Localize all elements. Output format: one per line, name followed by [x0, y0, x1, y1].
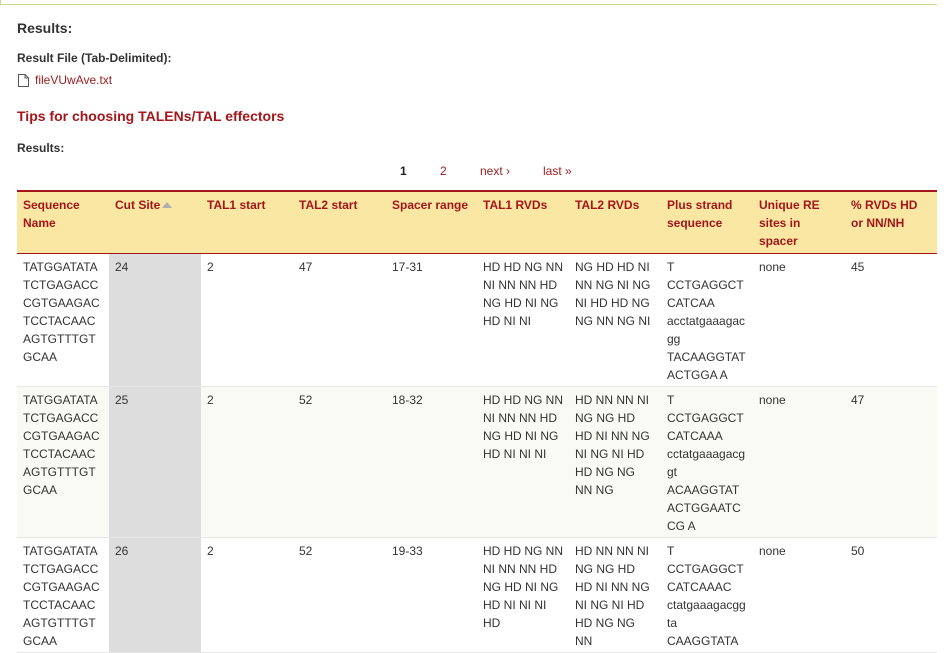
cell-plus-strand: T CCTGAGGCT CATCAA acctatgaaagacgg TACAA… — [661, 253, 753, 387]
cell-spacer-range: 17-31 — [386, 253, 477, 387]
cell-tal1-rvds: HD HD NG NN NI NN NN HD NG HD NI NG HD N… — [477, 253, 569, 387]
cell-sequence-name: TATGGATATATCTGAGACCCGTGAAGACTCCTACAACAGT… — [17, 253, 109, 387]
cell-spacer-range: 19-33 — [386, 537, 477, 653]
col-plus-strand[interactable]: Plus strand sequence — [661, 190, 753, 254]
cell-sequence-name: TATGGATATATCTGAGACCCGTGAAGACTCCTACAACAGT… — [17, 386, 109, 538]
cell-tal2-rvds: NG HD HD NI NN NG NI NG NI HD HD NG NG N… — [569, 253, 661, 387]
cell-percent-rvds: 50 — [845, 537, 937, 653]
results-label: Results: — [17, 141, 65, 155]
cell-tal1-start: 2 — [201, 386, 293, 538]
col-unique-re-sites[interactable]: Unique RE sites in spacer — [753, 190, 845, 254]
cell-percent-rvds: 45 — [845, 253, 937, 387]
cell-tal1-rvds: HD HD NG NN NI NN NN HD NG HD NI NG HD N… — [477, 386, 569, 538]
next-page-link[interactable]: next › — [480, 164, 510, 178]
cell-plus-strand: T CCTGAGGCT CATCAAAC ctatgaaagacggta CAA… — [661, 537, 753, 653]
col-tal1-rvds[interactable]: TAL1 RVDs — [477, 190, 569, 254]
cell-cut-site: 25 — [109, 386, 201, 538]
cell-tal2-rvds: HD NN NN NI NG NG HD HD NI NN NG NI NG N… — [569, 386, 661, 538]
cell-tal1-start: 2 — [201, 537, 293, 653]
cell-tal1-start: 2 — [201, 253, 293, 387]
col-percent-rvds[interactable]: % RVDs HD or NN/NH — [845, 190, 937, 254]
cell-sequence-name: TATGGATATATCTGAGACCCGTGAAGACTCCTACAACAGT… — [17, 537, 109, 653]
cell-tal2-rvds: HD NN NN NI NG NG HD HD NI NN NG NI NG N… — [569, 537, 661, 653]
col-tal1-start[interactable]: TAL1 start — [201, 190, 293, 254]
col-spacer-range[interactable]: Spacer range — [386, 190, 477, 254]
cell-unique-re-sites: none — [753, 537, 845, 653]
col-tal2-rvds[interactable]: TAL2 RVDs — [569, 190, 661, 254]
table-row: TATGGATATATCTGAGACCCGTGAAGACTCCTACAACAGT… — [17, 386, 937, 538]
cell-tal2-start: 52 — [293, 537, 386, 653]
tips-link[interactable]: Tips for choosing TALENs/TAL effectors — [17, 108, 284, 124]
result-file-link[interactable]: fileVUwAve.txt — [35, 73, 112, 87]
cell-spacer-range: 18-32 — [386, 386, 477, 538]
page-2-link[interactable]: 2 — [440, 164, 447, 178]
pagination: 1 2 next › last » — [0, 164, 952, 180]
result-file-label: Result File (Tab-Delimited): — [17, 51, 172, 65]
document-icon — [18, 73, 29, 87]
results-heading: Results: — [17, 20, 73, 36]
cell-cut-site: 26 — [109, 537, 201, 653]
cell-percent-rvds: 47 — [845, 386, 937, 538]
sort-ascending-icon — [162, 202, 173, 208]
top-panel-border — [0, 0, 937, 5]
cell-tal2-start: 52 — [293, 386, 386, 538]
cell-unique-re-sites: none — [753, 386, 845, 538]
cell-cut-site: 24 — [109, 253, 201, 387]
results-table: Sequence Name Cut Site TAL1 start TAL2 s… — [17, 190, 937, 653]
col-tal2-start[interactable]: TAL2 start — [293, 190, 386, 254]
cell-tal2-start: 47 — [293, 253, 386, 387]
table-header-row: Sequence Name Cut Site TAL1 start TAL2 s… — [17, 190, 937, 254]
result-file-row: fileVUwAve.txt — [18, 73, 112, 87]
cell-unique-re-sites: none — [753, 253, 845, 387]
col-sequence-name[interactable]: Sequence Name — [17, 190, 109, 254]
table-row: TATGGATATATCTGAGACCCGTGAAGACTCCTACAACAGT… — [17, 253, 937, 387]
page-current: 1 — [400, 164, 407, 178]
last-page-link[interactable]: last » — [543, 164, 572, 178]
cell-tal1-rvds: HD HD NG NN NI NN NN HD NG HD NI NG HD N… — [477, 537, 569, 653]
table-row: TATGGATATATCTGAGACCCGTGAAGACTCCTACAACAGT… — [17, 537, 937, 653]
cell-plus-strand: T CCTGAGGCT CATCAAA cctatgaaagacggt ACAA… — [661, 386, 753, 538]
col-cut-site[interactable]: Cut Site — [109, 190, 201, 254]
